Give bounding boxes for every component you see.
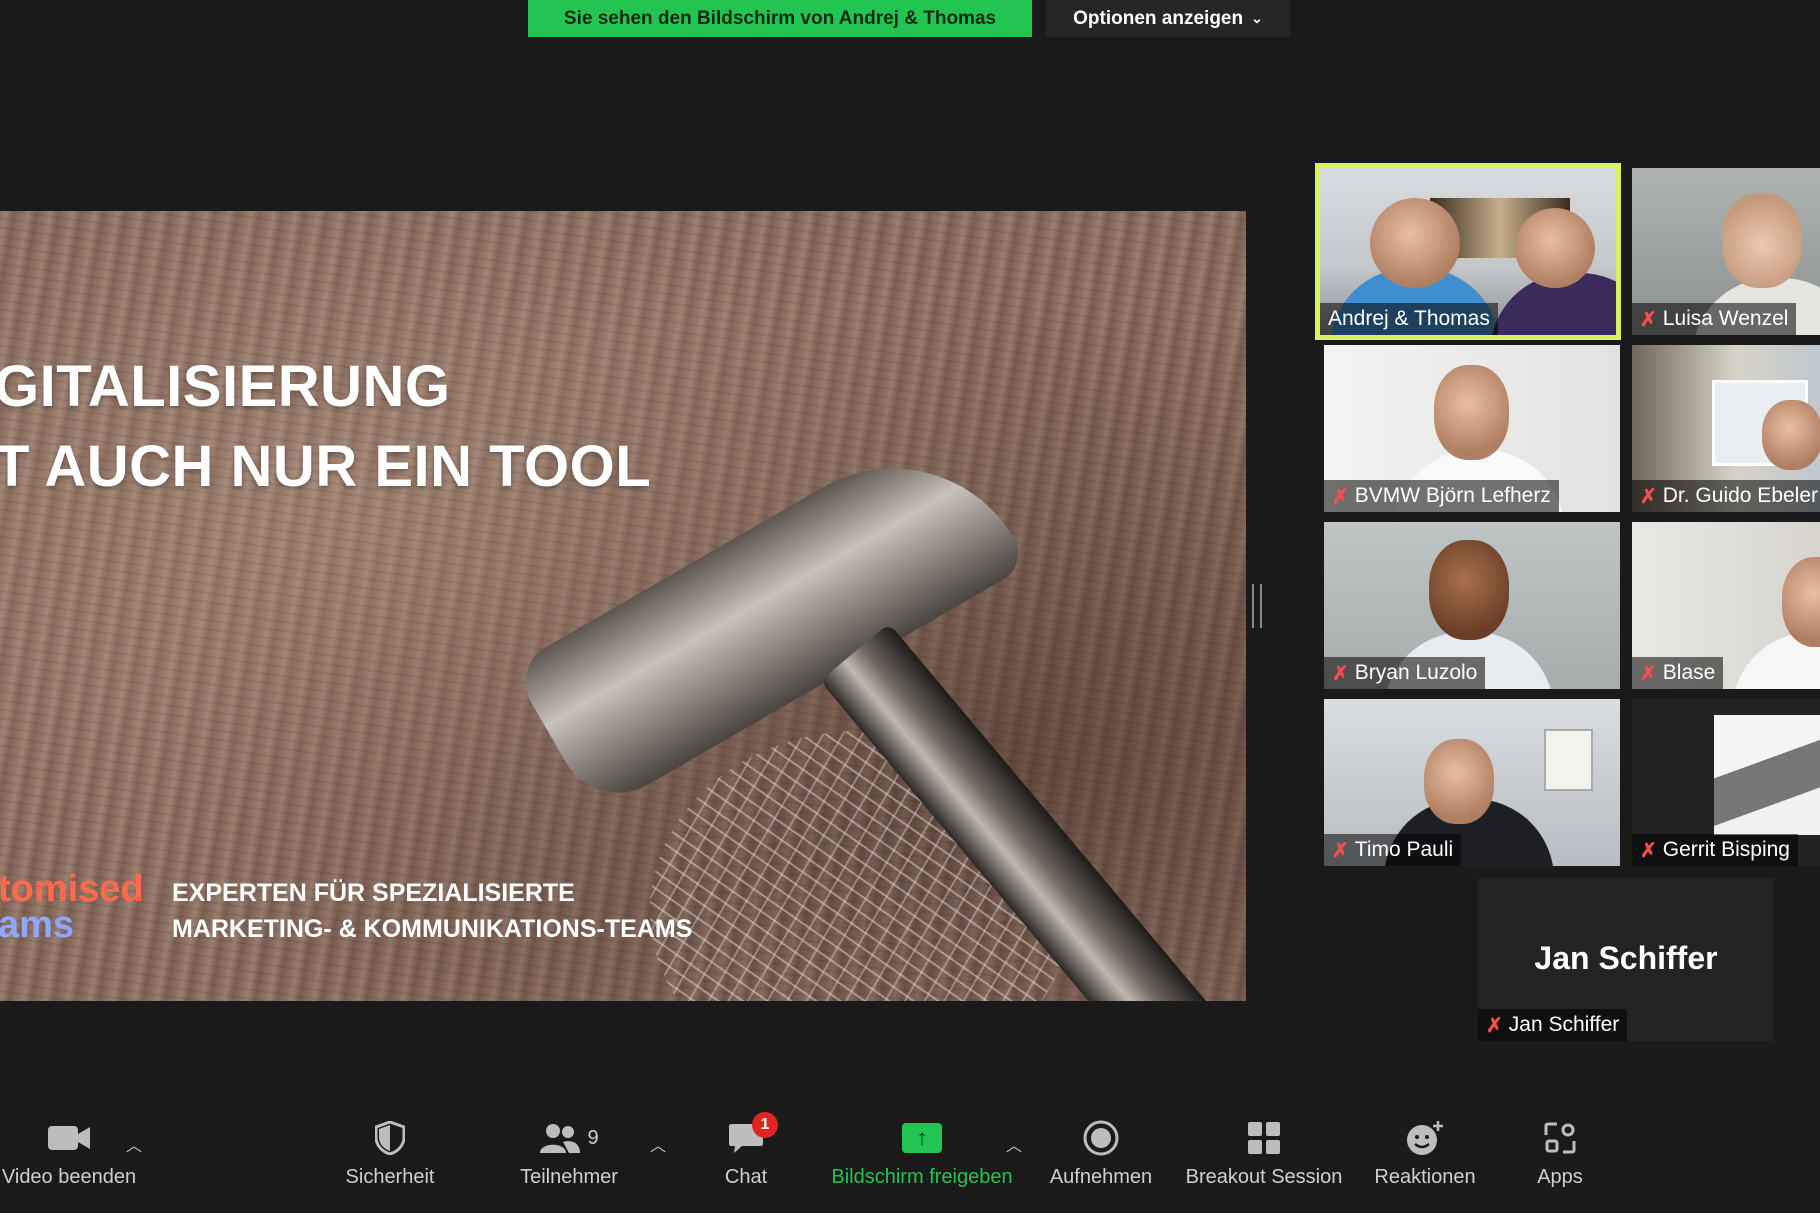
participants-count: 9 [587,1126,599,1149]
shared-screen: GITALISIERUNG T AUCH NUR EIN TOOL tomise… [0,211,1246,1001]
person-face [1515,208,1595,288]
screen-share-text: Sie sehen den Bildschirm von Andrej & Th… [563,7,997,29]
participant-name-tag: ✗ BVMW Björn Lefherz [1324,480,1559,512]
security-button[interactable]: Sicherheit [330,1110,450,1189]
participant-tile-bjorn-lefherz[interactable]: ✗ BVMW Björn Lefherz [1324,345,1620,512]
person-face [1370,198,1460,288]
smiley-add-icon [1405,1110,1445,1166]
participant-tile-luisa-wenzel[interactable]: ✗ Luisa Wenzel [1632,168,1820,335]
slide-title: GITALISIERUNG T AUCH NUR EIN TOOL [0,347,651,507]
mic-muted-icon: ✗ [1640,485,1657,508]
slide-title-line1: GITALISIERUNG [0,354,451,419]
chat-label: Chat [724,1166,768,1188]
meeting-toolbar: Video beenden ︿ Sicherheit 9 Teilnehmer … [0,1110,1820,1213]
participant-name: Timo Pauli [1354,838,1454,861]
video-options-caret-icon[interactable]: ︿ [126,1132,142,1156]
shield-icon [375,1110,405,1166]
participant-tile-andrej-thomas[interactable]: Andrej & Thomas [1315,163,1621,340]
mic-muted-icon: ✗ [1332,839,1349,862]
slide-tagline: EXPERTEN FÜR SPEZIALISIERTE MARKETING- &… [172,875,692,947]
breakout-grid-icon [1247,1110,1281,1166]
security-label: Sicherheit [345,1166,435,1188]
participant-tile-guido-ebeler[interactable]: ✗ Dr. Guido Ebeler [1632,345,1820,512]
view-options-label: Optionen anzeigen [1073,7,1244,29]
share-options-caret-icon[interactable]: ︿ [1006,1132,1022,1156]
participant-name: Gerrit Bisping [1662,838,1790,861]
mic-muted-icon: ✗ [1486,1014,1503,1037]
tagline-line1: EXPERTEN FÜR SPEZIALISIERTE [172,879,575,907]
participant-tile-blase[interactable]: ✗ Blase [1632,522,1820,689]
mic-muted-icon: ✗ [1332,485,1349,508]
screen-share-banner: Sie sehen den Bildschirm von Andrej & Th… [528,0,1032,37]
share-screen-button[interactable]: ↑ Bildschirm freigeben [822,1110,1022,1189]
slide-title-line2: T AUCH NUR EIN TOOL [0,434,652,499]
participant-name-tag: ✗ Bryan Luzolo [1324,657,1486,689]
breakout-session-label: Breakout Session [1185,1166,1343,1188]
participant-name: Dr. Guido Ebeler [1662,484,1819,507]
participants-button[interactable]: 9 Teilnehmer [506,1110,632,1189]
participant-tile-bryan-luzolo[interactable]: ✗ Bryan Luzolo [1324,522,1620,689]
participant-name-tag: ✗ Luisa Wenzel [1632,303,1797,335]
mic-muted-icon: ✗ [1332,662,1349,685]
reactions-label: Reaktionen [1374,1166,1476,1188]
wall-picture [1544,729,1593,791]
participant-name-tag: ✗ Jan Schiffer [1478,1009,1628,1041]
tagline-line2: MARKETING- & KOMMUNIKATIONS-TEAMS [172,915,693,943]
participant-name: Andrej & Thomas [1328,307,1490,330]
apps-icon [1543,1110,1577,1166]
reactions-button[interactable]: Reaktionen [1370,1110,1480,1189]
video-camera-icon [47,1110,91,1166]
mic-muted-icon: ✗ [1640,662,1657,685]
chat-bubble-icon: 1 [728,1110,778,1166]
profile-picture [1714,715,1820,835]
participant-name-tag: ✗ Timo Pauli [1324,834,1462,866]
record-icon [1083,1110,1119,1166]
participants-icon: 9 [539,1110,599,1166]
person-face [1762,400,1820,470]
person-face [1429,540,1509,640]
stop-video-label: Video beenden [1,1166,137,1188]
chat-unread-badge: 1 [752,1112,778,1138]
brand-line2: ams [0,904,75,946]
participant-tile-gerrit-bisping[interactable]: ✗ Gerrit Bisping [1632,699,1820,866]
chevron-down-icon: ⌄ [1251,10,1263,26]
participant-name: Luisa Wenzel [1662,307,1789,330]
view-options-button[interactable]: Optionen anzeigen ⌄ [1046,0,1290,37]
participant-name: Blase [1662,661,1716,684]
participant-name-tag: ✗ Gerrit Bisping [1632,834,1798,866]
slide-brand-logo: tomised ams [0,868,144,946]
participant-name: Bryan Luzolo [1354,661,1478,684]
participant-name-tag: ✗ Dr. Guido Ebeler [1632,480,1820,512]
mic-muted-icon: ✗ [1640,839,1657,862]
chat-button[interactable]: 1 Chat [706,1110,786,1189]
record-button[interactable]: Aufnehmen [1046,1110,1156,1189]
share-screen-icon: ↑ [902,1110,942,1166]
participant-name-tag: Andrej & Thomas [1320,303,1498,335]
mic-muted-icon: ✗ [1640,308,1657,331]
stop-video-button[interactable]: Video beenden [0,1110,144,1189]
person-face [1434,365,1509,460]
participants-options-caret-icon[interactable]: ︿ [650,1132,666,1156]
record-label: Aufnehmen [1049,1166,1153,1188]
panel-resize-handle[interactable] [1252,584,1262,628]
participant-name: BVMW Björn Lefherz [1354,484,1551,507]
participant-tile-timo-pauli[interactable]: ✗ Timo Pauli [1324,699,1620,866]
participant-name: Jan Schiffer [1508,1013,1620,1036]
person-face [1424,739,1494,824]
participant-name-tag: ✗ Blase [1632,657,1724,689]
apps-label: Apps [1537,1166,1583,1188]
breakout-session-button[interactable]: Breakout Session [1180,1110,1348,1189]
participant-display-name: Jan Schiffer [1534,940,1718,976]
participant-tile-jan-schiffer[interactable]: Jan Schiffer ✗ Jan Schiffer [1478,878,1774,1041]
person-face [1722,193,1802,288]
share-screen-label: Bildschirm freigeben [831,1166,1013,1188]
brand-line1: tomised [0,868,144,910]
apps-button[interactable]: Apps [1520,1110,1600,1189]
participants-label: Teilnehmer [520,1166,618,1188]
